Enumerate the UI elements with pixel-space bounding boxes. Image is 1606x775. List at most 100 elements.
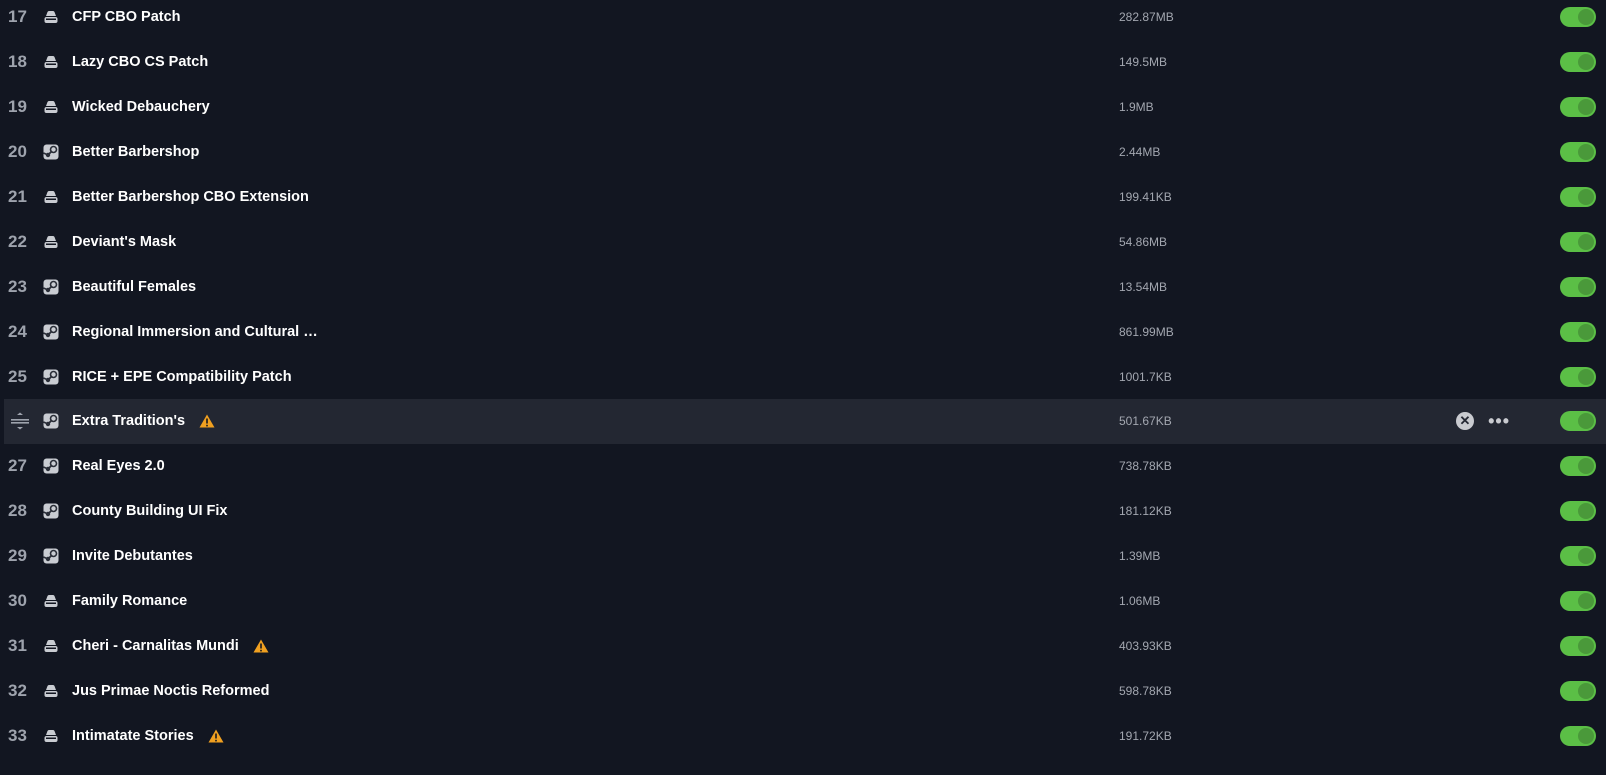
- mod-index: 18: [8, 52, 27, 72]
- enable-toggle[interactable]: [1560, 635, 1596, 656]
- mod-size: 1.9MB: [1119, 100, 1154, 115]
- mod-name-text: Intimatate Stories: [72, 727, 194, 744]
- steam-icon: [43, 458, 59, 474]
- mod-row[interactable]: 24 Regional Immersion and Cultural … 861.9…: [0, 309, 1606, 354]
- mod-index: 32: [8, 680, 27, 700]
- mod-row[interactable]: 31 Cheri - Carnalitas Mundi 403.93KB: [0, 623, 1606, 668]
- hard-drive-icon: [43, 99, 59, 115]
- mod-row[interactable]: 28 County Building UI Fix 181.12KB: [0, 489, 1606, 534]
- enable-toggle[interactable]: [1560, 52, 1596, 73]
- mod-row[interactable]: 22 Deviant's Mask 54.86MB: [0, 219, 1606, 264]
- mod-index: 17: [8, 7, 27, 27]
- mod-index: 24: [8, 321, 27, 341]
- enable-toggle[interactable]: [1560, 187, 1596, 207]
- mod-size: 282.87MB: [1119, 10, 1174, 25]
- steam-icon: [43, 144, 59, 160]
- mod-name: Extra Tradition's: [72, 413, 215, 429]
- mod-name: Regional Immersion and Cultural …: [72, 324, 318, 340]
- mod-name: Family Romance: [72, 593, 187, 609]
- hard-drive-icon: [43, 54, 59, 70]
- mod-name-text: Better Barbershop CBO Extension: [72, 189, 309, 205]
- steam-icon: [43, 548, 59, 564]
- mod-index: 25: [8, 366, 27, 386]
- mod-row[interactable]: Extra Tradition's 501.67KB ✕ •••: [4, 399, 1606, 444]
- enable-toggle[interactable]: [1560, 680, 1596, 701]
- mod-size: 2.44MB: [1119, 145, 1161, 160]
- mod-name-text: Invite Debutantes: [72, 548, 193, 565]
- mod-name: Lazy CBO CS Patch: [72, 54, 208, 70]
- mod-row[interactable]: 30 Family Romance 1.06MB: [0, 579, 1606, 624]
- warning-icon[interactable]: [199, 414, 215, 428]
- mod-name: Better Barbershop: [72, 144, 199, 160]
- mod-size: 149.5MB: [1119, 55, 1168, 70]
- mod-name-text: Deviant's Mask: [72, 233, 177, 250]
- mod-index: 31: [8, 635, 27, 655]
- enable-toggle[interactable]: [1560, 142, 1596, 163]
- mod-size: 1.06MB: [1119, 594, 1161, 609]
- mod-row[interactable]: 32 Jus Primae Noctis Reformed 598.78KB: [0, 668, 1606, 713]
- mod-size: 403.93KB: [1119, 638, 1172, 653]
- mod-row[interactable]: 20 Better Barbershop 2.44MB: [0, 130, 1606, 175]
- mod-row[interactable]: 19 Wicked Debauchery 1.9MB: [0, 85, 1606, 130]
- enable-toggle[interactable]: [1560, 366, 1596, 387]
- mod-index: 33: [8, 725, 27, 745]
- mod-index: 21: [8, 187, 27, 206]
- mod-name-text: RICE + EPE Compatibility Patch: [72, 368, 292, 385]
- mod-name: Invite Debutantes: [72, 548, 193, 564]
- mod-size: 1001.7KB: [1119, 369, 1172, 384]
- mod-size: 598.78KB: [1119, 683, 1172, 698]
- warning-icon[interactable]: [253, 639, 269, 653]
- steam-icon: [43, 369, 59, 385]
- hard-drive-icon: [43, 638, 59, 654]
- mod-row[interactable]: 17 CFP CBO Patch 282.87MB: [0, 0, 1606, 40]
- mod-row[interactable]: 18 Lazy CBO CS Patch 149.5MB: [0, 40, 1606, 85]
- mod-name: Wicked Debauchery: [72, 99, 210, 115]
- steam-icon: [43, 503, 59, 519]
- mod-size: 1.39MB: [1119, 549, 1161, 564]
- mod-index: 27: [8, 456, 27, 476]
- steam-icon: [43, 279, 59, 295]
- mod-size: 738.78KB: [1119, 459, 1172, 474]
- mod-index: 29: [8, 546, 27, 566]
- remove-mod-button[interactable]: ✕: [1456, 412, 1474, 431]
- mod-size: 191.72KB: [1119, 728, 1172, 743]
- enable-toggle[interactable]: [1560, 276, 1596, 297]
- mod-row[interactable]: 25 RICE + EPE Compatibility Patch 1001.7KB: [0, 354, 1606, 399]
- steam-icon: [43, 324, 59, 340]
- drag-handle-icon[interactable]: [10, 412, 30, 430]
- mod-list: 17 CFP CBO Patch 282.87MB 18 Lazy CBO CS Pat…: [0, 0, 1606, 758]
- mod-index: 19: [8, 97, 27, 117]
- enable-toggle[interactable]: [1560, 725, 1596, 746]
- enable-toggle[interactable]: [1560, 411, 1596, 432]
- mod-row[interactable]: 21 Better Barbershop CBO Extension 199.41K…: [0, 175, 1606, 220]
- enable-toggle[interactable]: [1560, 501, 1596, 522]
- mod-name-text: County Building UI Fix: [72, 503, 228, 520]
- mod-name-text: Wicked Debauchery: [72, 99, 210, 116]
- enable-toggle[interactable]: [1560, 97, 1596, 118]
- mod-row[interactable]: 27 Real Eyes 2.0 738.78KB: [0, 444, 1606, 489]
- mod-index: 30: [8, 591, 27, 611]
- mod-size: 181.12KB: [1119, 504, 1172, 519]
- mod-name: CFP CBO Patch: [72, 9, 181, 25]
- enable-toggle[interactable]: [1560, 456, 1596, 477]
- enable-toggle[interactable]: [1560, 7, 1596, 28]
- mod-name: Real Eyes 2.0: [72, 458, 165, 474]
- mod-name: RICE + EPE Compatibility Patch: [72, 369, 292, 385]
- enable-toggle[interactable]: [1560, 591, 1596, 612]
- mod-row[interactable]: 23 Beautiful Females 13.54MB: [0, 264, 1606, 309]
- mod-name-text: Extra Tradition's: [72, 413, 186, 430]
- mod-name-text: Lazy CBO CS Patch: [72, 54, 209, 71]
- more-options-button[interactable]: •••: [1488, 411, 1510, 432]
- mod-size: 199.41KB: [1119, 190, 1172, 204]
- mod-index: 22: [8, 231, 27, 251]
- mod-row[interactable]: 29 Invite Debutantes 1.39MB: [0, 534, 1606, 579]
- mod-row[interactable]: 33 Intimatate Stories 191.72KB: [0, 713, 1606, 758]
- mod-name: Better Barbershop CBO Extension: [72, 189, 309, 205]
- warning-icon[interactable]: [208, 729, 224, 743]
- enable-toggle[interactable]: [1560, 231, 1596, 252]
- enable-toggle[interactable]: [1560, 321, 1596, 342]
- enable-toggle[interactable]: [1560, 546, 1596, 567]
- mod-size: 861.99MB: [1119, 324, 1174, 339]
- mod-size: 13.54MB: [1119, 279, 1168, 294]
- mod-name-text: Better Barbershop: [72, 144, 200, 161]
